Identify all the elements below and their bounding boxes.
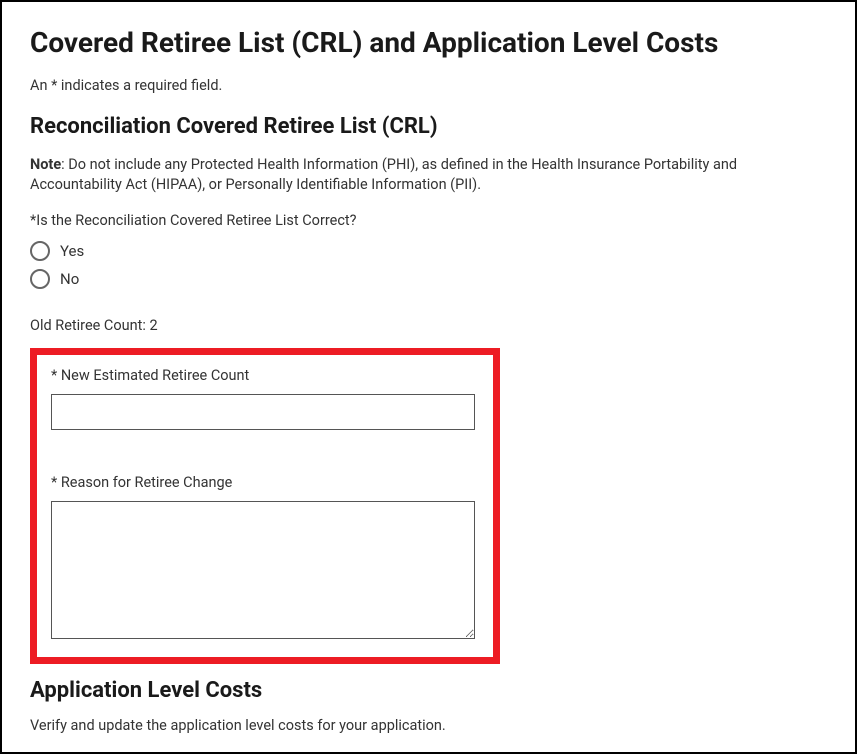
radio-circle-icon (30, 269, 50, 289)
page-title: Covered Retiree List (CRL) and Applicati… (30, 26, 827, 59)
note-body: : Do not include any Protected Health In… (30, 156, 737, 193)
radio-circle-icon (30, 241, 50, 261)
application-costs-heading: Application Level Costs (30, 678, 827, 703)
crl-radio-group: Yes No (30, 241, 827, 289)
reconciliation-heading: Reconciliation Covered Retiree List (CRL… (30, 114, 827, 139)
radio-yes[interactable]: Yes (30, 241, 827, 261)
radio-yes-label: Yes (60, 242, 84, 260)
phi-note: Note: Do not include any Protected Healt… (30, 155, 827, 196)
crl-question: *Is the Reconciliation Covered Retiree L… (30, 212, 827, 229)
reason-change-label: * Reason for Retiree Change (51, 474, 479, 491)
required-field-note: An * indicates a required field. (30, 77, 827, 94)
verify-costs-text: Verify and update the application level … (30, 717, 827, 734)
note-bold: Note (30, 156, 61, 173)
page-container: Covered Retiree List (CRL) and Applicati… (0, 0, 857, 754)
highlighted-fields-box: * New Estimated Retiree Count * Reason f… (30, 348, 500, 664)
new-retiree-count-input[interactable] (51, 394, 475, 430)
new-retiree-count-label: * New Estimated Retiree Count (51, 367, 479, 384)
reason-change-textarea[interactable] (51, 501, 475, 639)
old-retiree-count: Old Retiree Count: 2 (30, 317, 827, 334)
radio-no-label: No (60, 270, 79, 288)
radio-no[interactable]: No (30, 269, 827, 289)
